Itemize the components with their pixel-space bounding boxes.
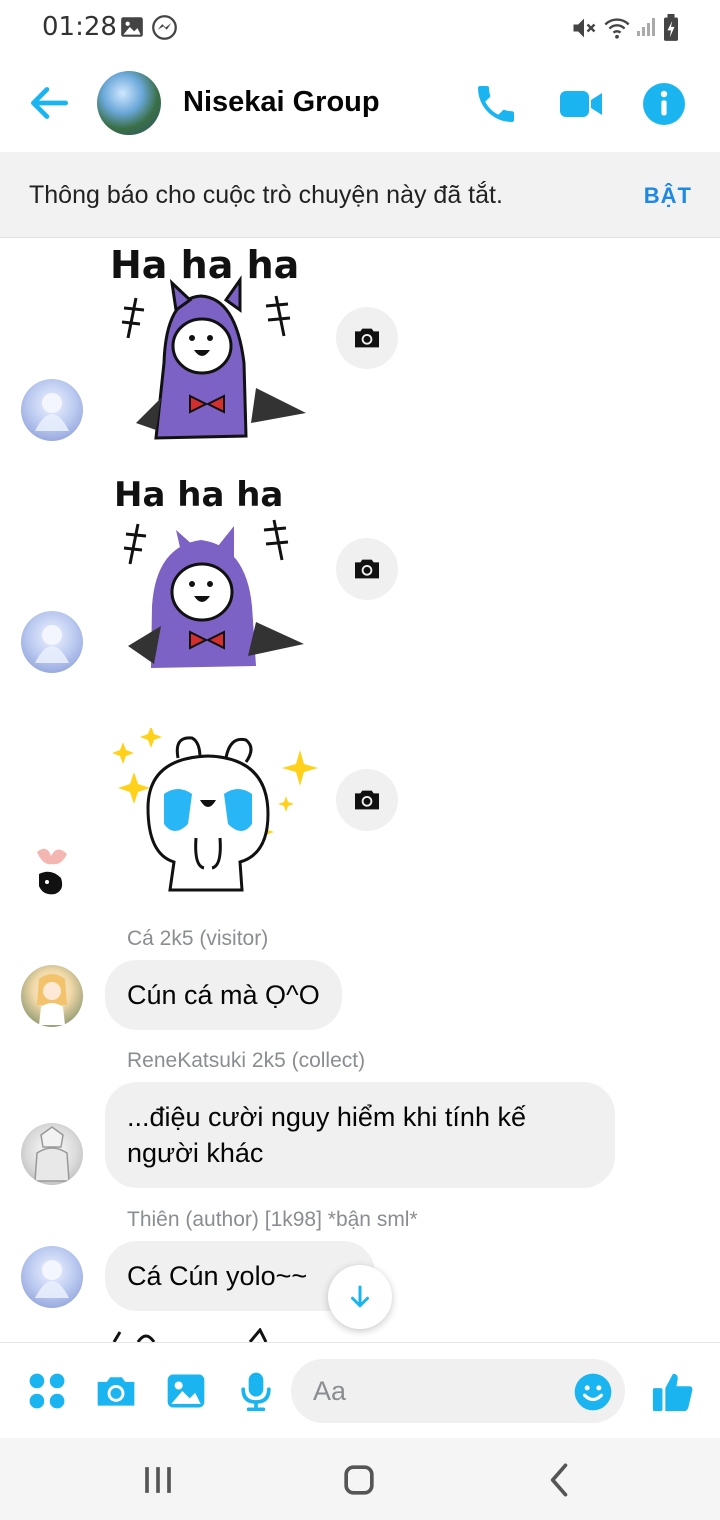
avatar[interactable] [21, 842, 83, 904]
sticker-partial [112, 1328, 268, 1342]
message-text-line: ...điệu cười nguy hiểm khi tính kế [127, 1102, 526, 1132]
conversation-title[interactable]: Nisekai Group [183, 86, 380, 119]
notification-banner: Thông báo cho cuộc trò chuyện này đã tắt… [0, 152, 720, 238]
arrow-down-icon [351, 1285, 369, 1308]
message-composer [0, 1342, 720, 1438]
camera-icon[interactable] [336, 769, 398, 831]
gallery-icon[interactable] [164, 1369, 208, 1413]
sticker-laughing-purple[interactable]: Ha ha ha [106, 466, 316, 671]
message-text: Cá Cún yolo~~ [127, 1261, 308, 1291]
emoji-icon[interactable] [573, 1372, 613, 1412]
phone-icon[interactable] [472, 80, 520, 128]
sender-name: ReneKatsuki 2k5 (collect) [127, 1049, 366, 1072]
microphone-icon[interactable] [234, 1369, 278, 1413]
signal-icon [637, 18, 655, 36]
sender-name: Thiên (author) [1k98] *bận sml* [127, 1208, 418, 1231]
message-text-line: người khác [127, 1138, 264, 1168]
avatar[interactable] [21, 1246, 83, 1308]
avatar[interactable] [21, 965, 83, 1027]
scroll-to-bottom-button[interactable] [328, 1265, 392, 1329]
camera-icon[interactable] [94, 1369, 138, 1413]
wifi-icon [604, 18, 630, 39]
battery-icon [664, 14, 678, 41]
sticker-laughing-purple[interactable]: Ha ha ha [106, 238, 316, 443]
home-icon[interactable] [337, 1458, 381, 1502]
status-time: 01:28 [42, 12, 117, 42]
apps-icon[interactable] [25, 1369, 69, 1413]
conversation-header: Nisekai Group [0, 56, 720, 152]
turn-on-notifications-button[interactable]: BẬT [644, 183, 692, 209]
gallery-icon [121, 17, 143, 37]
thumbs-up-icon[interactable] [650, 1369, 696, 1415]
sticker-caption: Ha ha ha [114, 475, 283, 515]
avatar[interactable] [21, 379, 83, 441]
video-icon[interactable] [557, 80, 605, 128]
camera-icon[interactable] [336, 538, 398, 600]
recent-apps-icon[interactable] [136, 1458, 180, 1502]
message-text: Cún cá mà Ọ^O [127, 980, 320, 1010]
notification-muted-text: Thông báo cho cuộc trò chuyện này đã tắt… [29, 181, 503, 209]
message-bubble[interactable]: Cún cá mà Ọ^O [105, 960, 342, 1030]
system-navigation-bar [0, 1438, 720, 1520]
sticker-caption: Ha ha ha [110, 243, 299, 287]
sender-name: Cá 2k5 (visitor) [127, 927, 269, 950]
avatar[interactable] [21, 1123, 83, 1185]
status-bar: 01:28 [0, 0, 720, 56]
message-list[interactable]: Ha ha ha Ha ha ha Cá 2k5 (visitor) Cún c… [0, 238, 720, 1342]
group-avatar[interactable] [97, 71, 161, 135]
avatar[interactable] [21, 611, 83, 673]
camera-icon[interactable] [336, 307, 398, 369]
info-icon[interactable] [640, 80, 688, 128]
message-bubble[interactable]: ...điệu cười nguy hiểm khi tính kế người… [105, 1082, 615, 1188]
back-nav-icon[interactable] [538, 1458, 582, 1502]
messenger-icon [152, 15, 177, 40]
mute-icon [573, 18, 596, 38]
back-arrow-icon[interactable] [24, 78, 74, 128]
sticker-crying-bunny[interactable] [108, 728, 318, 893]
